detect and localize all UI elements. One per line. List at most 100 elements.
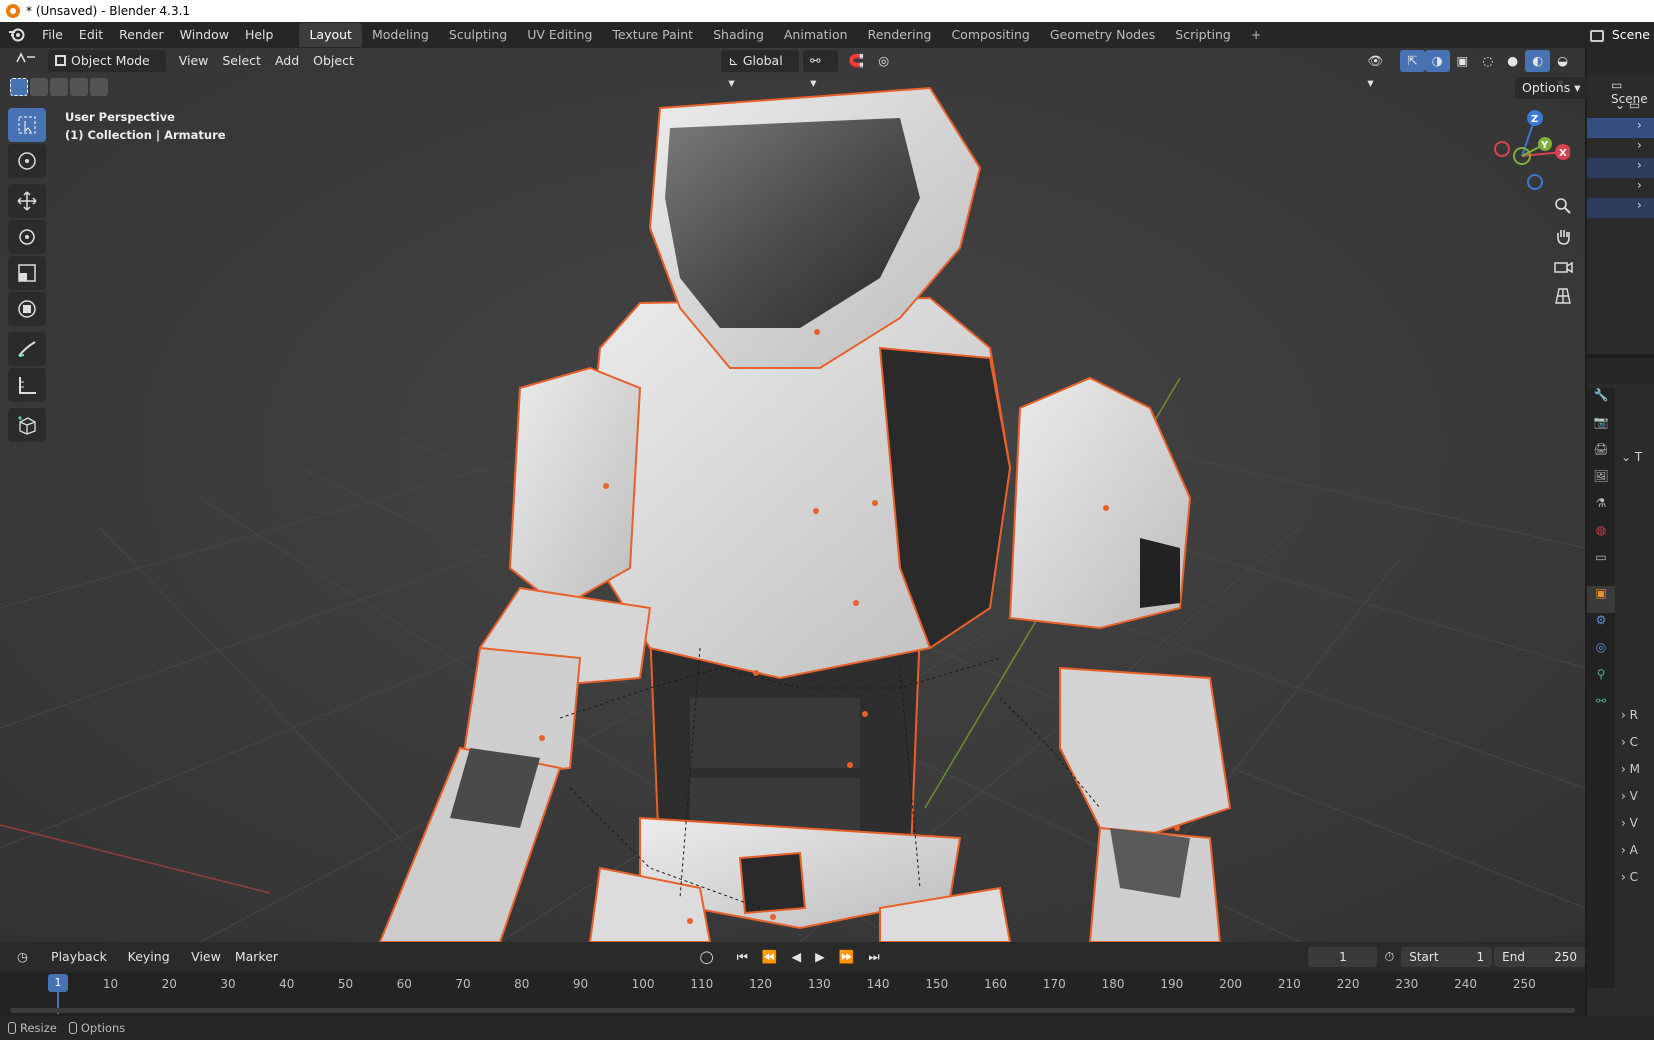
modifier-tab-icon[interactable]: ⚙ — [1587, 613, 1615, 640]
play-icon[interactable]: ▶ — [808, 946, 832, 968]
menu-file[interactable]: File — [34, 24, 71, 46]
select-invert-icon[interactable] — [70, 78, 88, 96]
tab-geometry-nodes[interactable]: Geometry Nodes — [1040, 23, 1165, 47]
move-tool[interactable] — [8, 184, 46, 218]
outliner-row-scene[interactable]: ▭ Scene — [1587, 78, 1654, 106]
render-tab-icon[interactable]: 📷 — [1587, 415, 1615, 442]
tab-compositing[interactable]: Compositing — [941, 23, 1039, 47]
scene-selector[interactable]: Scene — [1589, 24, 1654, 46]
menu-help[interactable]: Help — [237, 24, 282, 46]
auto-keying-icon[interactable]: ◯ ▾ — [693, 946, 730, 986]
tab-sculpting[interactable]: Sculpting — [439, 23, 517, 47]
data-tab-icon[interactable]: ⚯ — [1587, 694, 1615, 721]
mode-dropdown[interactable]: Object Mode ▾ — [48, 50, 166, 90]
tab-animation[interactable]: Animation — [774, 23, 858, 47]
section-m[interactable]: › M — [1621, 762, 1654, 789]
select-intersect-icon[interactable] — [90, 78, 108, 96]
pan-hand-icon[interactable] — [1548, 221, 1578, 251]
menu-select[interactable]: Select — [215, 50, 268, 72]
shading-solid-icon[interactable]: ● — [1500, 50, 1525, 72]
editor-type-button[interactable] — [8, 50, 44, 72]
timeline-area[interactable]: 10 20 30 40 50 60 70 80 90 100 110 120 130 140 150 160 1… — [0, 972, 1585, 1016]
world-tab-icon[interactable]: ◍ — [1587, 523, 1615, 550]
jump-keyframe-forward-icon[interactable]: ⏩ — [832, 946, 862, 968]
add-workspace-button[interactable]: + — [1241, 23, 1271, 47]
select-subtract-icon[interactable] — [50, 78, 68, 96]
outliner-row-5[interactable]: › — [1587, 198, 1654, 218]
outliner-row-3[interactable]: › — [1587, 158, 1654, 178]
xray-icon[interactable]: ▣ — [1450, 50, 1476, 72]
menu-view[interactable]: View — [172, 50, 216, 72]
section-c[interactable]: › C — [1621, 735, 1654, 762]
menu-window[interactable]: Window — [172, 24, 237, 46]
marker-menu[interactable]: Marker — [228, 946, 285, 968]
transform-tool[interactable] — [8, 292, 46, 326]
start-frame-field[interactable]: Start 1 — [1401, 947, 1493, 967]
constraint-tab-icon[interactable]: ⚲ — [1587, 667, 1615, 694]
visibility-icon[interactable]: 👁 ▾ — [1360, 50, 1400, 90]
outliner-row-1[interactable]: › — [1587, 118, 1654, 138]
shading-material-icon[interactable]: ◐ — [1525, 50, 1551, 72]
end-frame-field[interactable]: End 250 — [1494, 947, 1586, 967]
section-t[interactable]: ⌄ T — [1621, 450, 1642, 464]
select-new-icon[interactable] — [10, 78, 28, 96]
playhead[interactable]: 1 — [48, 974, 68, 992]
view-layer-tab-icon[interactable]: 🖼 — [1587, 469, 1615, 496]
play-reverse-icon[interactable]: ◀ — [784, 946, 808, 968]
gizmo-toggle-icon[interactable]: ⇱ — [1400, 50, 1425, 72]
camera-view-icon[interactable] — [1548, 251, 1578, 281]
timeline-view-menu[interactable]: View — [184, 946, 228, 968]
shading-rendered-icon[interactable]: ◒ ▾ — [1550, 50, 1585, 90]
object-tab-icon[interactable]: ▣ — [1587, 586, 1615, 613]
section-r[interactable]: › R — [1621, 708, 1654, 735]
output-tab-icon[interactable]: 🖨 — [1587, 442, 1615, 469]
tab-shading[interactable]: Shading — [703, 23, 774, 47]
tab-uv-editing[interactable]: UV Editing — [517, 23, 602, 47]
playback-menu[interactable]: Playback ▾ — [44, 946, 121, 986]
tab-layout[interactable]: Layout — [299, 23, 362, 47]
timeline-editor-type-icon[interactable]: ◷ ▾ — [10, 946, 44, 986]
select-box-tool[interactable] — [8, 108, 46, 142]
3d-viewport[interactable] — [0, 48, 1585, 942]
jump-start-icon[interactable]: ⏮ — [730, 946, 755, 968]
add-cube-tool[interactable] — [8, 408, 46, 442]
jump-keyframe-back-icon[interactable]: ⏪ — [755, 946, 785, 968]
tab-rendering[interactable]: Rendering — [858, 23, 942, 47]
select-extend-icon[interactable] — [30, 78, 48, 96]
collection-tab-icon[interactable]: ▭ — [1587, 550, 1615, 586]
tab-modeling[interactable]: Modeling — [362, 23, 439, 47]
measure-tool[interactable] — [8, 368, 46, 402]
physics-tab-icon[interactable]: ◎ — [1587, 640, 1615, 667]
menu-render[interactable]: Render — [111, 24, 172, 46]
snap-icon[interactable]: 🧲 — [842, 50, 872, 72]
menu-object[interactable]: Object — [306, 50, 361, 72]
orientation-dropdown[interactable]: ⊾ Global ▾ — [721, 50, 800, 90]
rotate-tool[interactable] — [8, 220, 46, 254]
proportional-edit-icon[interactable]: ◎ — [871, 50, 896, 72]
stopwatch-icon[interactable]: ⏱ — [1377, 946, 1401, 968]
annotate-tool[interactable] — [8, 332, 46, 366]
menu-add[interactable]: Add — [268, 50, 306, 72]
outliner-row-2[interactable]: › — [1587, 138, 1654, 158]
overlay-toggle-icon[interactable]: ◑ — [1424, 50, 1450, 72]
options-dropdown[interactable]: Options ▾ — [1515, 77, 1588, 99]
current-frame-field[interactable]: 1 — [1308, 947, 1378, 967]
cursor-tool[interactable] — [8, 144, 46, 178]
perspective-toggle-icon[interactable] — [1548, 281, 1578, 311]
section-c2[interactable]: › C — [1621, 870, 1654, 897]
tab-texture-paint[interactable]: Texture Paint — [602, 23, 703, 47]
menu-edit[interactable]: Edit — [71, 24, 111, 46]
section-v1[interactable]: › V — [1621, 789, 1654, 816]
scale-tool[interactable] — [8, 256, 46, 290]
outliner-row-4[interactable]: › — [1587, 178, 1654, 198]
zoom-icon[interactable] — [1548, 191, 1578, 221]
navigation-gizmo[interactable]: Z X Y — [1490, 104, 1571, 194]
blender-menu-icon[interactable] — [0, 24, 34, 46]
scene-tab-icon[interactable]: ⚗ — [1587, 496, 1615, 523]
jump-end-icon[interactable]: ⏭ — [861, 946, 886, 968]
tab-scripting[interactable]: Scripting — [1165, 23, 1241, 47]
pivot-dropdown[interactable]: ⚯ ▾ — [803, 50, 838, 90]
shading-wireframe-icon[interactable]: ◌ — [1475, 50, 1500, 72]
tool-tab-icon[interactable]: 🔧 — [1587, 388, 1615, 415]
section-a[interactable]: › A — [1621, 843, 1654, 870]
